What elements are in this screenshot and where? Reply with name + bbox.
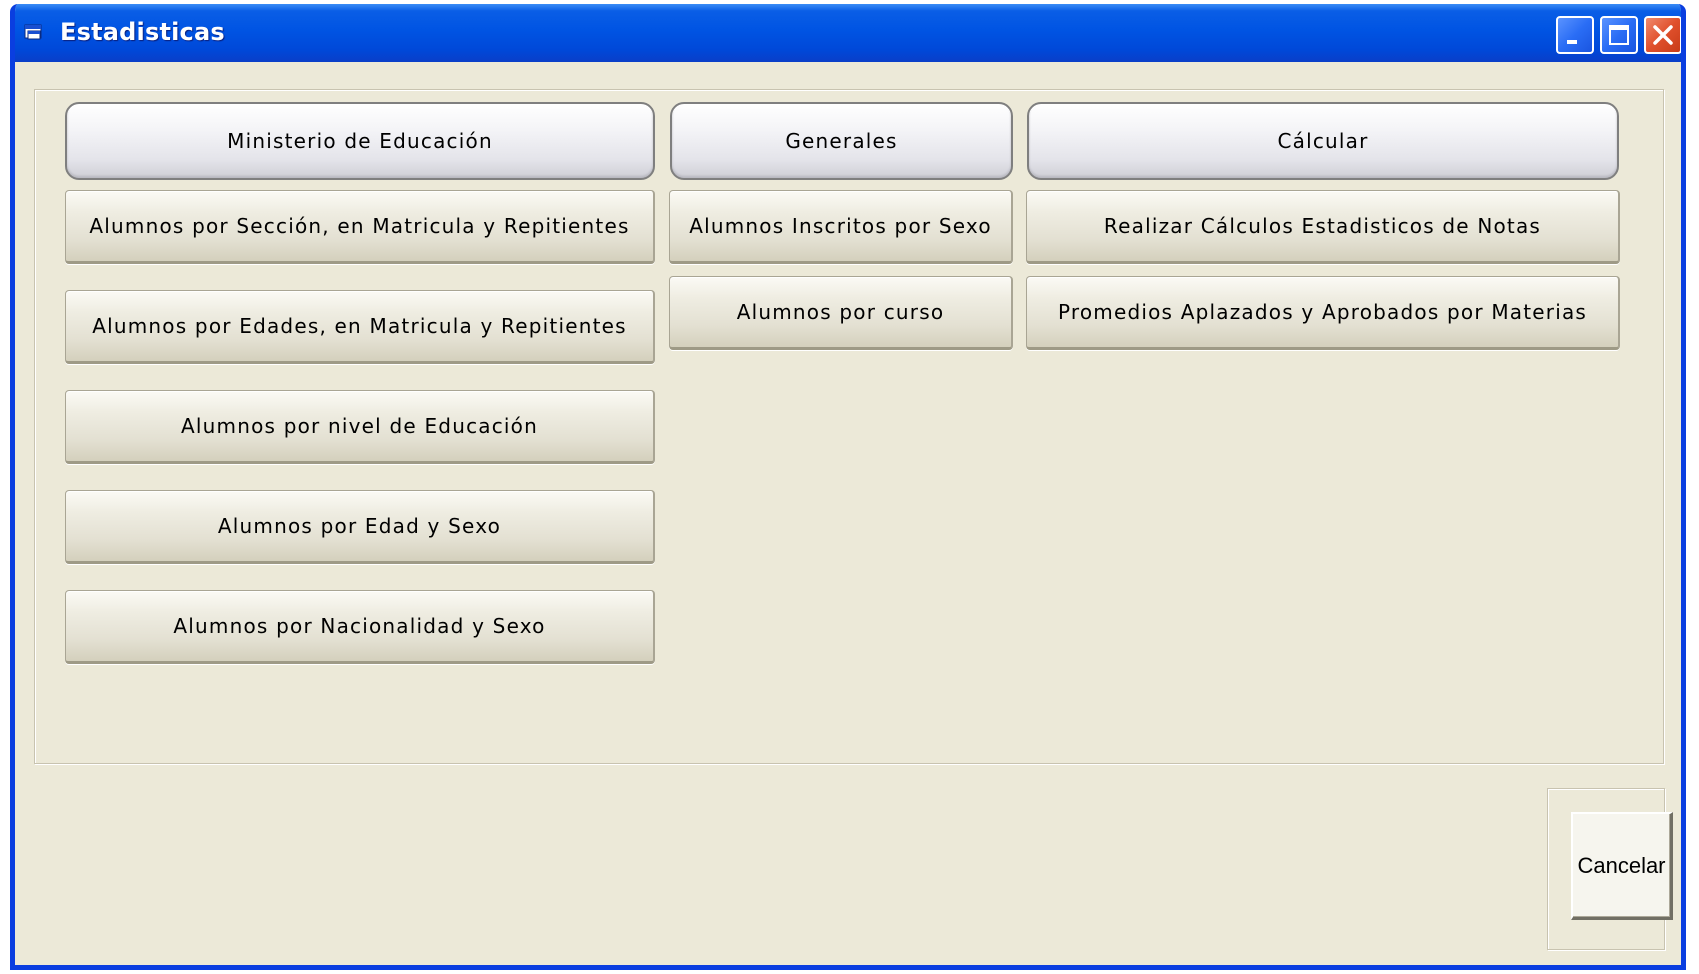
alumnos-por-seccion-button[interactable]: Alumnos por Sección, en Matricula y Repi… (65, 190, 655, 264)
alumnos-por-edades-button[interactable]: Alumnos por Edades, en Matricula y Repit… (65, 290, 655, 364)
window-title: Estadisticas (60, 18, 225, 46)
alumnos-por-nivel-button[interactable]: Alumnos por nivel de Educación (65, 390, 655, 464)
realizar-calculos-button[interactable]: Realizar Cálculos Estadisticos de Notas (1026, 190, 1620, 264)
close-button[interactable] (1644, 16, 1681, 54)
maximize-button[interactable] (1600, 16, 1638, 54)
minimize-icon (1567, 40, 1577, 44)
promedios-aplazados-button[interactable]: Promedios Aplazados y Aprobados por Mate… (1026, 276, 1620, 350)
app-icon (24, 24, 42, 40)
alumnos-por-nacionalidad-button[interactable]: Alumnos por Nacionalidad y Sexo (65, 590, 655, 664)
alumnos-inscritos-por-sexo-button[interactable]: Alumnos Inscritos por Sexo (669, 190, 1013, 264)
alumnos-por-curso-button[interactable]: Alumnos por curso (669, 276, 1013, 350)
estadisticas-window: Estadisticas Ministerio de Educación Gen… (10, 4, 1686, 970)
generales-button[interactable]: Generales (670, 102, 1013, 180)
alumnos-por-edad-y-sexo-button[interactable]: Alumnos por Edad y Sexo (65, 490, 655, 564)
minimize-button[interactable] (1556, 16, 1594, 54)
maximize-icon (1609, 25, 1629, 45)
close-icon (1653, 25, 1673, 45)
title-bar[interactable]: Estadisticas (15, 4, 1681, 62)
calcular-button[interactable]: Cálcular (1027, 102, 1619, 180)
ministerio-de-educacion-button[interactable]: Ministerio de Educación (65, 102, 655, 180)
cancel-button[interactable]: Cancelar (1571, 812, 1673, 920)
